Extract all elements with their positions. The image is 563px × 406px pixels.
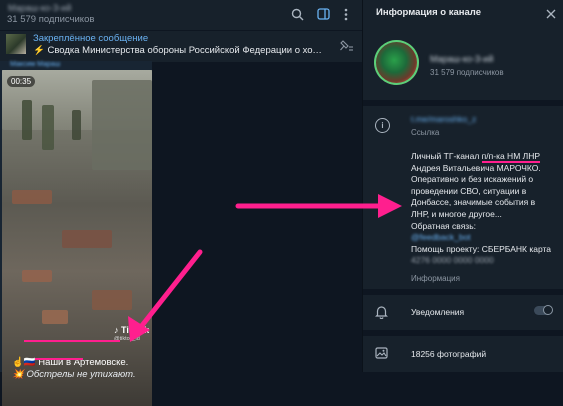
message-caption: ☝️🇷🇺 Наши в Артемовске. 💥 Обстрелы не ут… xyxy=(12,357,136,381)
tiktok-watermark: ♪ TikTok xyxy=(114,325,150,335)
search-icon[interactable] xyxy=(288,5,306,23)
description-line: ЛНР, и многое другое... xyxy=(411,208,502,219)
description-line: Донбассе, значимые события в xyxy=(411,197,536,208)
channel-avatar[interactable] xyxy=(374,40,419,85)
notifications-toggle[interactable] xyxy=(534,305,553,315)
video-preview[interactable]: 00:35 ♪ TikTok @tiktok_id ☝️🇷🇺 Наши в Ар… xyxy=(2,70,152,406)
ruined-building xyxy=(92,80,152,170)
chat-subscribers: 31 579 подписчиков xyxy=(7,14,95,25)
info-icon: i xyxy=(375,118,390,133)
channel-description: Личный ТГ-канал п/п-ка НМ ЛНР Андрея Вит… xyxy=(411,151,559,267)
video-timecode: 00:35 xyxy=(7,76,36,87)
description-label: Информация xyxy=(411,274,460,283)
pinned-label: Закреплённое сообщение xyxy=(33,33,149,44)
message-bubble[interactable]: Максим Мараш 00:35 ♪ TikTok @tiktok_id ☝… xyxy=(0,61,152,406)
soldier-figure xyxy=(42,105,54,150)
caption-line-2: 💥 Обстрелы не утихают. xyxy=(12,369,136,380)
chat-area: Мараш-ко-З-ий 31 579 подписчиков Закрепл… xyxy=(0,0,362,406)
divider xyxy=(363,100,563,106)
forwarded-from[interactable]: Максим Мараш xyxy=(10,61,60,68)
soldier-figure xyxy=(72,110,81,140)
toggle-knob xyxy=(543,305,553,315)
support-line: Помощь проекту: СБЕРБАНК карта xyxy=(411,243,552,254)
chat-title[interactable]: Мараш-ко-З-ий xyxy=(8,3,71,13)
channel-subscribers: 31 579 подписчиков xyxy=(430,68,504,77)
soldier-figure xyxy=(22,100,32,140)
description-line: Андрея Витальевича МАРОЧКО. xyxy=(411,162,541,173)
description-line: проведении СВО, ситуации в xyxy=(411,185,527,196)
annotation-underline xyxy=(482,161,540,163)
contact-link[interactable]: @feedback_bot xyxy=(411,232,559,244)
rubble-chunk xyxy=(62,230,112,248)
pinned-text[interactable]: ⚡ Сводка Министерства обороны Российской… xyxy=(33,45,323,56)
divider xyxy=(363,289,563,295)
annotation-underline xyxy=(35,358,83,360)
rubble-chunk xyxy=(22,270,52,282)
description-line: Обратная связь: xyxy=(411,220,476,231)
rubble-chunk xyxy=(42,310,68,324)
notifications-label: Уведомления xyxy=(411,307,465,317)
rubble-chunk xyxy=(12,190,52,204)
description-line: Оперативно и без искажений о xyxy=(411,174,534,185)
pinned-thumbnail xyxy=(6,34,26,54)
channel-info-panel: Информация о канале Мараш-ко-З-ий 31 579… xyxy=(362,0,563,372)
sidebar-toggle-icon[interactable] xyxy=(314,5,332,23)
link-label: Ссылка xyxy=(411,128,440,137)
chat-header[interactable]: Мараш-ко-З-ий 31 579 подписчиков xyxy=(0,0,362,30)
more-menu-icon[interactable] xyxy=(337,5,355,23)
channel-name: Мараш-ко-З-ий xyxy=(430,54,494,64)
rubble-chunk xyxy=(92,290,132,310)
photo-icon xyxy=(375,346,388,364)
bell-icon xyxy=(375,305,388,324)
annotation-underline xyxy=(24,340,120,342)
photos-count[interactable]: 18256 фотографий xyxy=(411,349,486,359)
pinned-message-bar[interactable]: Закреплённое сообщение ⚡ Сводка Министер… xyxy=(0,30,362,62)
pin-list-icon[interactable] xyxy=(340,39,354,57)
close-icon[interactable] xyxy=(546,6,556,24)
channel-link[interactable]: t.me/maroshko_z xyxy=(411,114,476,124)
card-number: 4276 0000 0000 0000 xyxy=(411,255,494,266)
panel-title: Информация о канале xyxy=(376,7,481,18)
divider xyxy=(363,330,563,336)
